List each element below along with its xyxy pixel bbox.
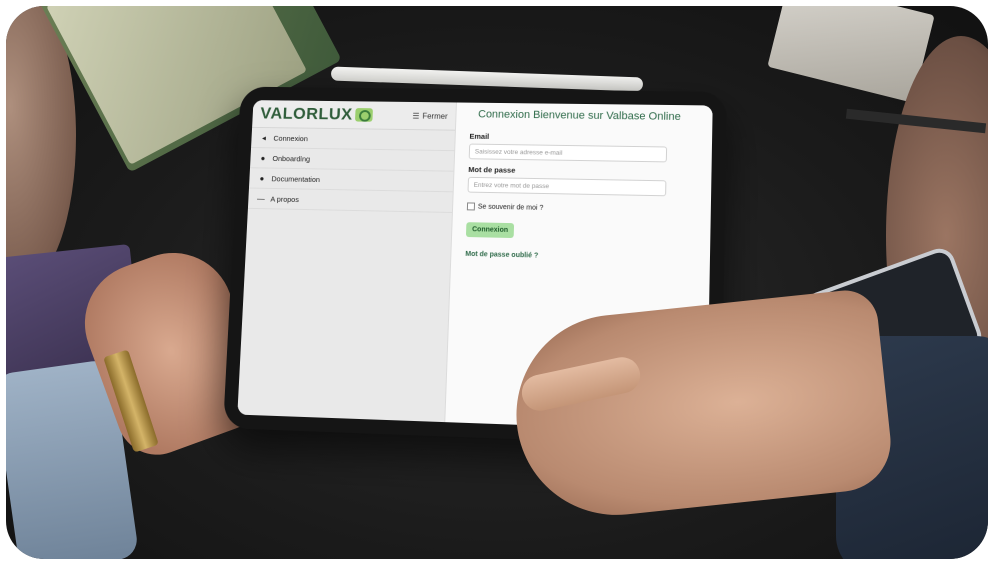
remember-me[interactable]: Se souvenir de moi ? [466,202,697,214]
dash-icon: — [256,193,265,203]
sidebar: VALORLUX ☰ Fermer ◂ Connexion ● Onboardi… [237,100,457,423]
info-icon: ● [260,153,266,163]
page-title: Connexion Bienvenue sur Valbase Online [477,108,681,123]
sidebar-item-label: Documentation [271,173,321,184]
sidebar-item-label: Connexion [273,133,309,143]
email-placeholder: Saisissez votre adresse e-mail [474,148,563,157]
forgot-password-link[interactable]: Mot de passe oublié ? [465,251,695,263]
password-placeholder: Entrez votre mot de passe [473,181,550,190]
login-button[interactable]: Connexion [465,222,515,239]
valorlux-logo[interactable]: VALORLUX [259,104,374,125]
sidebar-item-apropos[interactable]: — A propos [247,188,453,213]
sidebar-item-label: A propos [270,194,300,204]
photo-frame: VALORLUX ☰ Fermer ◂ Connexion ● Onboardi… [6,6,988,559]
megaphone-icon: ◂ [261,133,267,142]
sidebar-item-label: Onboarding [272,153,311,163]
hamburger-icon: ☰ [412,111,420,120]
help-icon: ● [259,173,265,183]
password-label: Mot de passe [468,165,516,175]
email-label: Email [469,131,490,141]
logo-mark-icon [355,108,374,122]
remember-checkbox[interactable] [466,202,476,211]
logo-text: VALORLUX [259,104,354,124]
remember-label: Se souvenir de moi ? [477,203,544,212]
email-field[interactable]: Saisissez votre adresse e-mail [468,143,668,163]
password-field[interactable]: Entrez votre mot de passe [467,176,667,197]
close-label: Fermer [422,111,448,121]
close-sidebar-button[interactable]: ☰ Fermer [412,111,447,120]
sidebar-header: VALORLUX ☰ Fermer [252,100,456,131]
